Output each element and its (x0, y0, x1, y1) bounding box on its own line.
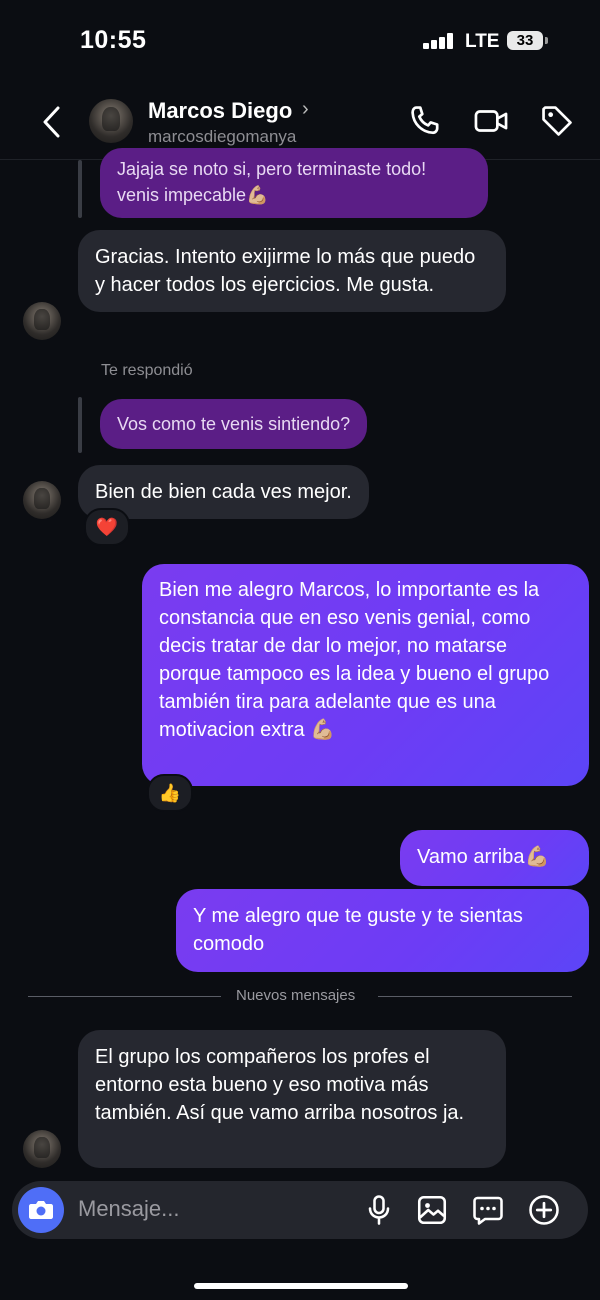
incoming-message[interactable]: El grupo los compañeros los profes el en… (78, 1030, 506, 1168)
signal-strength-icon (423, 33, 455, 49)
reply-indicator-bar (78, 160, 82, 218)
phone-icon[interactable] (406, 102, 444, 140)
quoted-message[interactable]: Vos como te venis sintiendo? (100, 399, 368, 449)
battery-tip (545, 37, 548, 44)
status-time: 10:55 (80, 26, 147, 54)
outgoing-message[interactable]: Vamo arriba💪🏼 (400, 830, 589, 886)
chevron-right-icon[interactable]: › (302, 98, 309, 121)
microphone-icon[interactable] (361, 1192, 397, 1228)
message-text: Y me alegro que te guste y te sientas co… (193, 905, 523, 955)
battery-indicator: 33 (507, 31, 543, 50)
video-camera-icon[interactable] (472, 102, 510, 140)
message-text: Bien de bien cada ves mejor. (95, 481, 352, 503)
message-text: El grupo los compañeros los profes el en… (95, 1046, 465, 1124)
reply-indicator-bar (78, 397, 82, 453)
quoted-message[interactable]: Jajaja se noto si, pero terminaste todo!… (100, 148, 488, 218)
divider-line (378, 996, 572, 997)
new-messages-label: Nuevos mensajes (236, 987, 356, 1004)
home-indicator[interactable] (194, 1283, 408, 1289)
back-arrow-icon[interactable] (38, 104, 68, 140)
contact-username[interactable]: marcosdiegomanya (148, 127, 296, 147)
contact-avatar-small[interactable] (23, 1130, 61, 1168)
network-type: LTE (465, 31, 500, 52)
contact-avatar[interactable] (89, 99, 133, 143)
message-text: Gracias. Intento exijirme lo más que pue… (95, 246, 476, 296)
outgoing-message[interactable]: Bien me alegro Marcos, lo importante es … (142, 564, 589, 786)
divider-line (28, 996, 221, 997)
contact-avatar-small[interactable] (23, 481, 61, 519)
contact-avatar-small[interactable] (23, 302, 61, 340)
sticker-icon[interactable] (470, 1192, 506, 1228)
gallery-icon[interactable] (414, 1192, 450, 1228)
reply-label: Te respondió (101, 362, 193, 379)
message-input[interactable]: Mensaje... (78, 1196, 180, 1222)
contact-name[interactable]: Marcos Diego (148, 98, 292, 124)
incoming-message[interactable]: Gracias. Intento exijirme lo más que pue… (78, 230, 506, 312)
quoted-text: Jajaja se noto si, pero terminaste todo!… (117, 159, 427, 205)
tag-icon[interactable] (538, 102, 576, 140)
message-text: Vamo arriba💪🏼 (417, 846, 550, 868)
camera-icon[interactable] (18, 1187, 64, 1233)
reaction-thumbs-up[interactable]: 👍 (147, 774, 193, 812)
message-text: Bien me alegro Marcos, lo importante es … (159, 579, 550, 741)
outgoing-message[interactable]: Y me alegro que te guste y te sientas co… (176, 889, 589, 972)
reaction-heart[interactable]: ❤️ (84, 508, 130, 546)
quoted-text: Vos como te venis sintiendo? (117, 414, 351, 434)
plus-icon[interactable] (526, 1192, 562, 1228)
